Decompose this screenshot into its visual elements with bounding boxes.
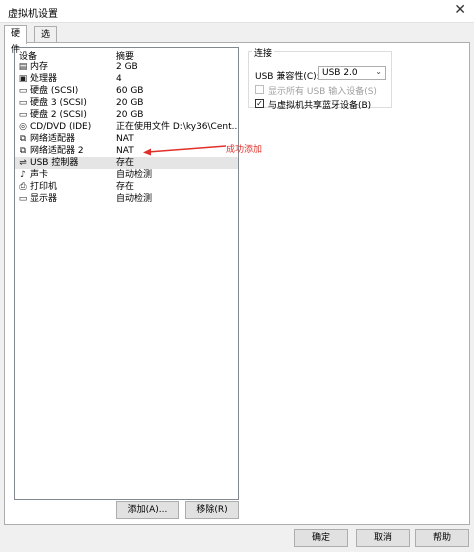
dialog-buttons: 确定 取消 帮助	[0, 525, 474, 552]
device-summary: 自动检测	[116, 194, 153, 204]
printer-icon: ⎙	[19, 182, 27, 192]
connection-group: 连接 USB 兼容性(C): USB 2.0 ⌄ 显示所有 USB 输入设备(S…	[248, 46, 392, 111]
cancel-button[interactable]: 取消	[356, 529, 410, 547]
device-name: 声卡	[30, 170, 49, 180]
device-row[interactable]: ⎙ 打印机 存在	[15, 181, 238, 193]
network-icon: ⧉	[19, 146, 27, 156]
usb-icon: ⇌	[19, 158, 27, 168]
device-name: 显示器	[30, 194, 58, 204]
usb-compat-label: USB 兼容性(C):	[255, 72, 320, 82]
device-name: 网络适配器	[30, 134, 76, 144]
ok-button[interactable]: 确定	[294, 529, 348, 547]
device-summary: 自动检测	[116, 170, 153, 180]
device-row[interactable]: ▭ 硬盘 2 (SCSI) 20 GB	[15, 109, 238, 121]
device-summary: 2 GB	[116, 62, 138, 72]
device-name: 硬盘 (SCSI)	[30, 86, 79, 96]
device-name: USB 控制器	[30, 158, 79, 168]
show-all-usb-checkbox[interactable]	[255, 85, 264, 94]
disk-icon: ▭	[18, 98, 28, 108]
device-row[interactable]: ▭ 硬盘 3 (SCSI) 20 GB	[15, 97, 238, 109]
title-bar: 虚拟机设置 ✕	[0, 0, 474, 23]
network-icon: ⧉	[19, 134, 27, 144]
device-list[interactable]: 设备 摘要 ▤ 内存 2 GB ▣ 处理器 4 ▭ 硬盘 (SCSI) 60 GB ▭ 硬盘 3 (…	[14, 47, 239, 500]
device-row[interactable]: ◎ CD/DVD (IDE) 正在使用文件 D:\ky36\Cent...	[15, 121, 238, 133]
device-name: 硬盘 2 (SCSI)	[30, 110, 87, 120]
annotation-text: 成功添加	[226, 145, 263, 155]
cd-icon: ◎	[19, 122, 27, 132]
arrow-line	[147, 145, 227, 153]
device-name: 网络适配器 2	[30, 146, 84, 156]
device-row[interactable]: ♪ 声卡 自动检测	[15, 169, 238, 181]
device-row[interactable]: ▭ 显示器 自动检测	[15, 193, 238, 205]
device-summary: 正在使用文件 D:\ky36\Cent...	[116, 122, 238, 132]
arrow-head	[143, 148, 151, 156]
cpu-icon: ▣	[18, 74, 28, 84]
device-row[interactable]: ▭ 硬盘 (SCSI) 60 GB	[15, 85, 238, 97]
chevron-down-icon: ⌄	[375, 67, 382, 76]
device-name: 打印机	[30, 182, 58, 192]
window-title: 虚拟机设置	[8, 9, 58, 20]
display-icon: ▭	[18, 194, 28, 204]
show-all-usb-label: 显示所有 USB 输入设备(S)	[268, 87, 377, 97]
device-name: CD/DVD (IDE)	[30, 122, 92, 132]
annotation-arrow	[143, 145, 227, 156]
device-summary: 20 GB	[116, 98, 144, 108]
disk-icon: ▭	[18, 110, 28, 120]
list-header: 设备 摘要	[15, 48, 238, 62]
device-row[interactable]: ▤ 内存 2 GB	[15, 61, 238, 73]
close-icon[interactable]: ✕	[454, 2, 466, 18]
share-bluetooth-label: 与虚拟机共享蓝牙设备(B)	[268, 101, 372, 111]
disk-icon: ▭	[18, 86, 28, 96]
hardware-panel: 设备 摘要 ▤ 内存 2 GB ▣ 处理器 4 ▭ 硬盘 (SCSI) 60 GB ▭ 硬盘 3 (…	[4, 42, 470, 525]
device-summary: 4	[116, 74, 122, 84]
remove-device-button[interactable]: 移除(R)	[185, 501, 239, 519]
sound-icon: ♪	[20, 170, 26, 180]
share-bluetooth-checkbox[interactable]: ✓	[255, 99, 264, 108]
connection-group-label: 连接	[252, 46, 275, 59]
device-summary: 20 GB	[116, 110, 144, 120]
device-name: 硬盘 3 (SCSI)	[30, 98, 87, 108]
device-row[interactable]: ▣ 处理器 4	[15, 73, 238, 85]
tab-hardware[interactable]: 硬件	[4, 25, 28, 55]
memory-icon: ▤	[18, 62, 28, 72]
device-summary: 60 GB	[116, 86, 144, 96]
usb-compat-select[interactable]: USB 2.0 ⌄	[318, 66, 386, 80]
add-device-button[interactable]: 添加(A)...	[116, 501, 179, 519]
device-name: 内存	[30, 62, 49, 72]
device-name: 处理器	[30, 74, 58, 84]
usb-compat-value: USB 2.0	[322, 68, 358, 78]
help-button[interactable]: 帮助	[415, 529, 469, 547]
device-rows: ▤ 内存 2 GB ▣ 处理器 4 ▭ 硬盘 (SCSI) 60 GB ▭ 硬盘 3 (SCSI) 2…	[15, 61, 238, 205]
device-summary: 存在	[116, 182, 135, 192]
